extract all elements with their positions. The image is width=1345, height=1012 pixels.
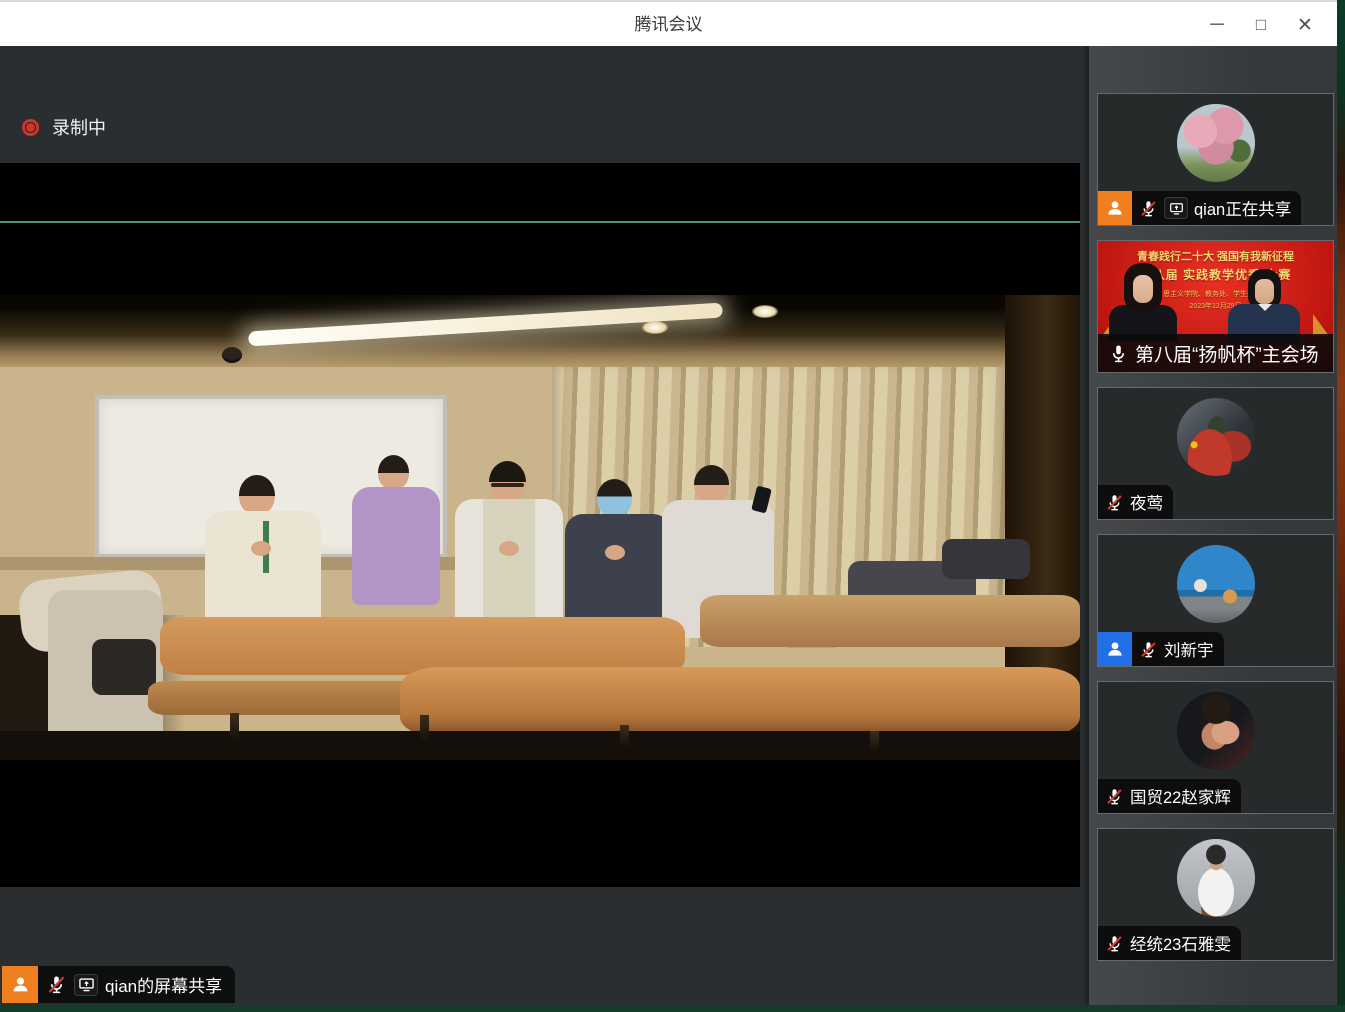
close-button[interactable]: ✕ (1283, 5, 1327, 45)
participant-name: 经统23石雅雯 (1130, 931, 1231, 955)
avatar-guitarist (1177, 839, 1255, 917)
window-title: 腾讯会议 (0, 2, 1337, 48)
mic-on-icon (1108, 343, 1129, 364)
shared-screen-stage (0, 163, 1080, 887)
banner-line: 青春践行二十大 强国有我新征程 (1098, 248, 1333, 264)
student (565, 479, 671, 640)
mic-muted-icon (1105, 787, 1124, 806)
participant-tile-yeying[interactable]: 夜莺 (1097, 387, 1334, 520)
host-badge-icon (1098, 191, 1132, 225)
participants-sidebar: qian正在共享 青春践行二十大 强国有我新征程 第八届 实践教学优秀 大赛 思… (1085, 46, 1337, 1012)
recording-indicator: 录制中 (22, 114, 106, 140)
titlebar: 腾讯会议 ─ □ ✕ (0, 0, 1337, 46)
tencent-meeting-window: 腾讯会议 ─ □ ✕ 录制中 (0, 0, 1345, 1012)
desktop-bottom-strip (0, 1005, 1345, 1012)
meeting-content: 录制中 (0, 46, 1345, 1012)
screen-share-icon (74, 974, 98, 996)
ceiling (0, 295, 1080, 367)
desk (400, 667, 1080, 737)
participant-tile-shiyawen[interactable]: 经统23石雅雯 (1097, 828, 1334, 961)
participant-tile-zhaojiahui[interactable]: 国贸22赵家辉 (1097, 681, 1334, 814)
mic-muted-icon (1105, 493, 1124, 512)
window-controls: ─ □ ✕ (1195, 2, 1327, 48)
student (352, 455, 440, 605)
maximize-icon: □ (1256, 15, 1266, 35)
recording-dot-icon (22, 119, 39, 136)
avatar-flag-dancer (1177, 398, 1255, 476)
participant-tile-main-venue[interactable]: 青春践行二十大 强国有我新征程 第八届 实践教学优秀 大赛 思主义学院、教务处、… (1097, 240, 1334, 373)
ceiling-camera (222, 347, 242, 363)
share-label: qian的屏幕共享 (105, 972, 222, 997)
screen-share-icon (1164, 197, 1188, 219)
mic-muted-icon (1139, 640, 1158, 659)
recording-label: 录制中 (52, 114, 106, 140)
participant-name: qian正在共享 (1194, 196, 1291, 220)
participant-name: 国贸22赵家辉 (1130, 784, 1231, 808)
screen-share-banner: qian的屏幕共享 (2, 966, 235, 1003)
participant-name: 夜莺 (1130, 490, 1163, 514)
participant-name: 第八届“扬帆杯”主会场 (1135, 340, 1319, 367)
participant-name: 刘新宇 (1164, 637, 1214, 661)
presenter-left (1124, 263, 1177, 341)
classroom-video (0, 295, 1080, 760)
close-icon: ✕ (1297, 14, 1313, 37)
participant-tile-liuxinyu[interactable]: 刘新宇 (1097, 534, 1334, 667)
presenter-right (1248, 269, 1300, 344)
avatar-cats-sky (1177, 545, 1255, 623)
maximize-button[interactable]: □ (1239, 5, 1283, 45)
participant-tile-qian[interactable]: qian正在共享 (1097, 93, 1334, 226)
minimize-button[interactable]: ─ (1195, 5, 1239, 45)
minimize-icon: ─ (1210, 14, 1223, 36)
member-badge-icon (1098, 632, 1132, 666)
avatar-portrait (1177, 692, 1255, 770)
host-badge-icon (2, 966, 38, 1003)
mic-muted-icon (1105, 934, 1124, 953)
desktop-edge-strip (1337, 0, 1345, 1012)
mic-muted-icon (46, 974, 67, 995)
stage-divider-line (0, 221, 1080, 223)
desk (700, 595, 1080, 647)
avatar-cherry-blossom (1177, 104, 1255, 182)
mic-muted-icon (1139, 199, 1158, 218)
